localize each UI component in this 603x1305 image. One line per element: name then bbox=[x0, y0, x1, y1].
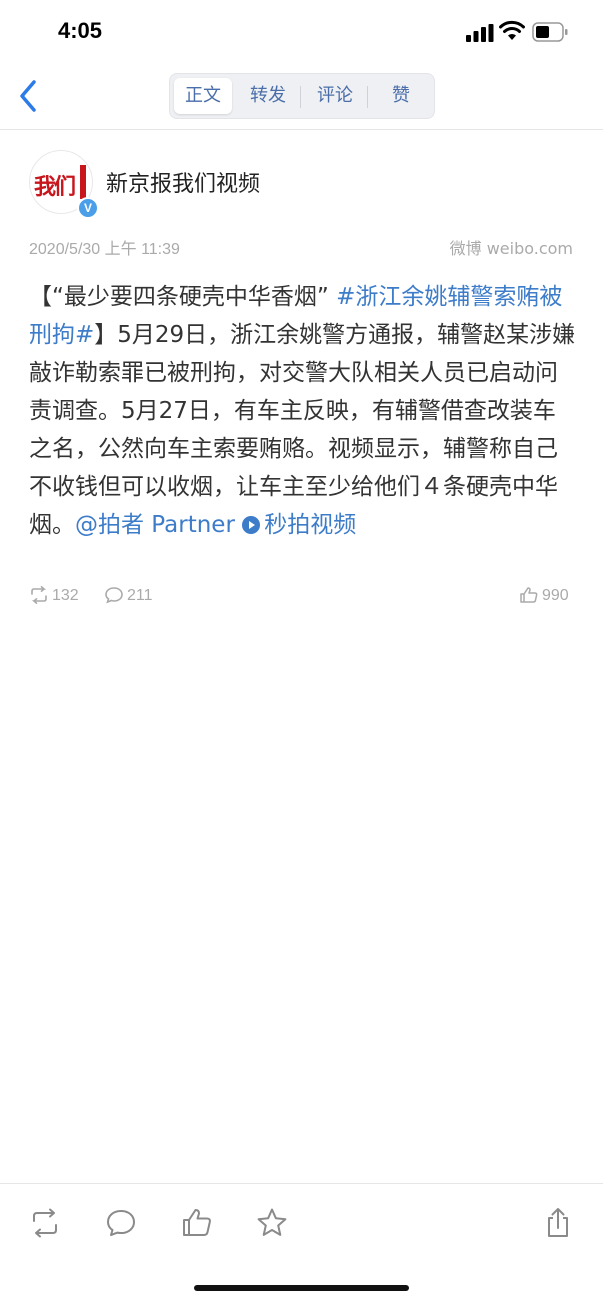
play-icon bbox=[242, 516, 261, 534]
wifi-icon bbox=[499, 20, 525, 40]
status-bar: 4:05 bbox=[0, 0, 603, 64]
cellular-signal-icon bbox=[466, 24, 494, 42]
comment-count[interactable]: 211 bbox=[104, 586, 153, 608]
video-link[interactable]: 秒拍视频 bbox=[264, 512, 356, 538]
post-text-part2: 】5月29日，浙江余姚警方通报，辅警赵某涉嫌敲诈勒索罪已被刑拘，对交警大队相关人… bbox=[29, 322, 576, 538]
like-button-icon[interactable] bbox=[180, 1206, 214, 1240]
thumbs-up-icon bbox=[520, 587, 538, 603]
comment-count-value: 211 bbox=[127, 587, 153, 604]
tab-main-text[interactable]: 正文 bbox=[174, 78, 232, 114]
status-time: 4:05 bbox=[58, 18, 103, 43]
comment-icon bbox=[105, 587, 123, 604]
share-icon[interactable] bbox=[541, 1206, 575, 1240]
verified-badge: V bbox=[77, 197, 99, 219]
avatar-logo-bar bbox=[80, 165, 86, 199]
post-source: 微博 weibo.com bbox=[449, 239, 573, 258]
post-timestamp: 2020/5/30 上午 11:39 bbox=[29, 241, 180, 258]
like-count[interactable]: 990 bbox=[519, 586, 569, 608]
mention-link[interactable]: @拍者 Partner bbox=[75, 512, 235, 538]
repost-button-icon[interactable] bbox=[28, 1206, 62, 1240]
favorite-star-icon[interactable] bbox=[255, 1206, 289, 1240]
navigation-bar: 正文 转发 评论 赞 bbox=[0, 64, 603, 130]
post-text-part1: 【“最少要四条硬壳中华香烟” bbox=[29, 284, 337, 310]
avatar-logo-text: 我们 bbox=[34, 175, 76, 200]
repost-count[interactable]: 132 bbox=[29, 586, 79, 608]
comment-button-icon[interactable] bbox=[104, 1206, 138, 1240]
tab-divider bbox=[367, 86, 368, 108]
like-count-value: 990 bbox=[542, 587, 569, 604]
repost-count-value: 132 bbox=[52, 587, 79, 604]
tab-divider bbox=[300, 86, 301, 108]
back-arrow-icon[interactable] bbox=[16, 78, 40, 114]
post-text: 【“最少要四条硬壳中华香烟” #浙江余姚辅警索贿被刑拘#】5月29日，浙江余姚警… bbox=[29, 278, 577, 544]
tab-reposts[interactable]: 转发 bbox=[236, 78, 300, 114]
home-indicator bbox=[194, 1285, 409, 1291]
battery-icon bbox=[532, 22, 568, 42]
author-name[interactable]: 新京报我们视频 bbox=[106, 166, 260, 198]
tab-comments[interactable]: 评论 bbox=[303, 78, 367, 114]
tab-likes[interactable]: 赞 bbox=[370, 78, 432, 114]
repost-icon bbox=[31, 586, 47, 604]
segmented-tabs: 正文 转发 评论 赞 bbox=[169, 73, 435, 119]
